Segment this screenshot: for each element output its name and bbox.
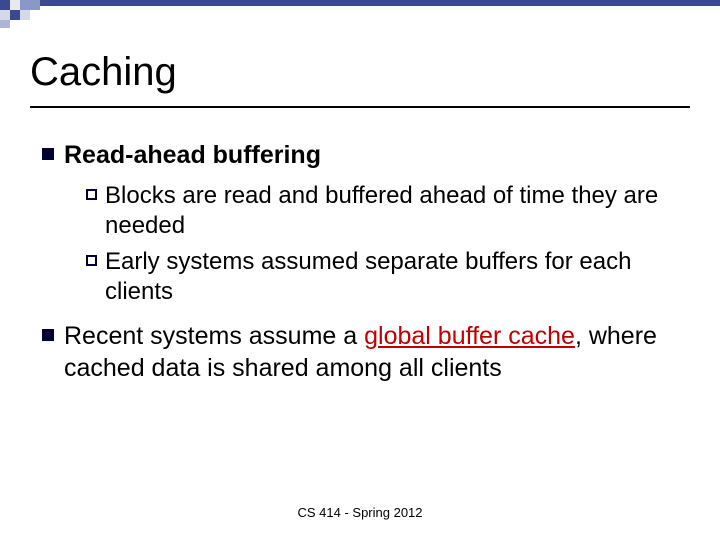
- title-rule: [30, 106, 690, 108]
- corner-decoration: [0, 0, 720, 30]
- square-bullet-icon: [42, 148, 54, 160]
- slide-body: Read-ahead buffering Blocks are read and…: [42, 140, 684, 398]
- subbullet-2-text: Early systems assumed separate buffers f…: [105, 247, 684, 307]
- bullet-2-text: Recent systems assume a global buffer ca…: [64, 321, 684, 384]
- hollow-square-icon: [86, 189, 97, 200]
- bullet-1-heading: Read-ahead buffering: [64, 140, 321, 171]
- square-bullet-icon: [42, 329, 54, 341]
- slide-footer: CS 414 - Spring 2012: [0, 505, 720, 520]
- subbullet-1-text: Blocks are read and buffered ahead of ti…: [105, 181, 684, 241]
- slide-title: Caching: [30, 50, 177, 95]
- hollow-square-icon: [86, 255, 97, 266]
- subbullet-1: Blocks are read and buffered ahead of ti…: [86, 181, 684, 241]
- bullet-1: Read-ahead buffering Blocks are read and…: [42, 140, 684, 307]
- subbullet-2: Early systems assumed separate buffers f…: [86, 247, 684, 307]
- bullet-2: Recent systems assume a global buffer ca…: [42, 321, 684, 384]
- emphasis-text: global buffer cache: [364, 322, 575, 350]
